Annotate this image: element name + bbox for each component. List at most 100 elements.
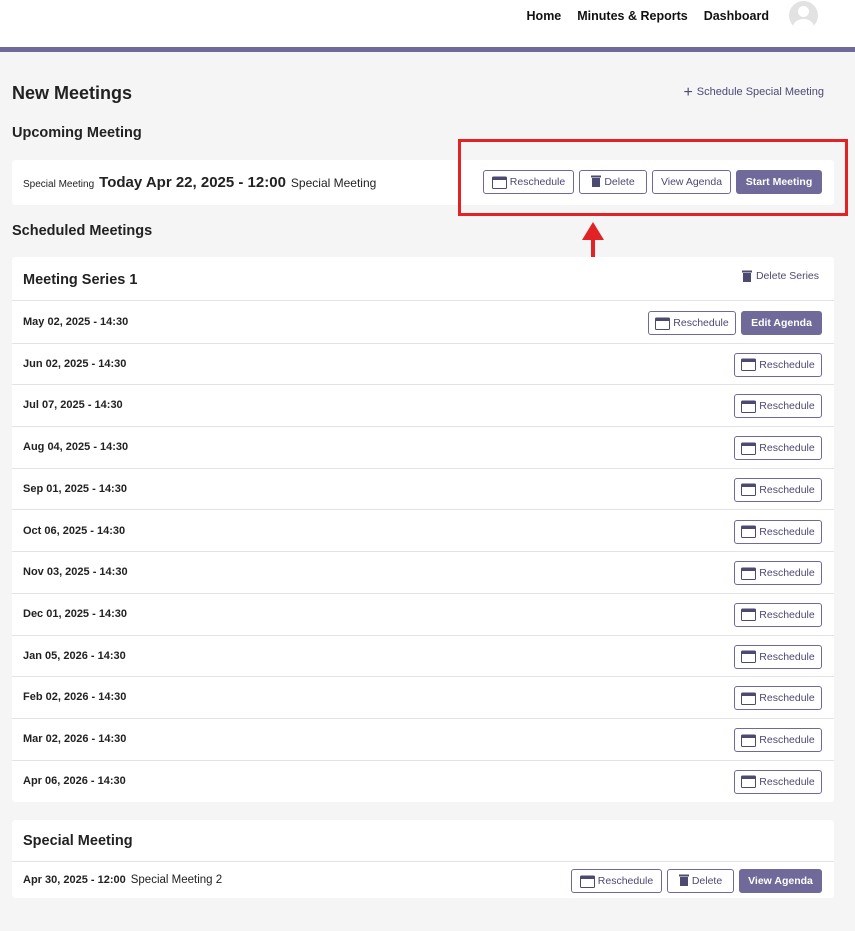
calendar-icon [741,442,757,455]
trash-icon [741,270,752,282]
calendar-icon [741,692,757,705]
reschedule-label: Reschedule [759,358,815,371]
trash-icon [678,874,689,889]
delete-series-button[interactable]: Delete Series [741,270,819,282]
schedule-special-meeting-link[interactable]: + Schedule Special Meeting [683,83,824,101]
table-row: Dec 01, 2025 - 14:30 Reschedule [12,594,834,636]
reschedule-button[interactable]: Reschedule [734,602,822,627]
delete-label: Delete [604,176,635,188]
schedule-special-meeting-label: Schedule Special Meeting [696,86,824,98]
reschedule-button[interactable]: Reschedule [734,436,822,461]
meeting-series-card: Meeting Series 1 Delete Series May 02, 2… [12,257,834,802]
nav-minutes-reports-link[interactable]: Minutes & Reports [577,9,687,23]
meeting-date: Dec 01, 2025 - 14:30 [23,607,127,620]
view-agenda-label: View Agenda [660,176,723,188]
meeting-name: Special Meeting 2 [130,874,223,886]
reschedule-label: Reschedule [759,442,815,455]
reschedule-label: Reschedule [759,692,815,705]
nav-dashboard-link[interactable]: Dashboard [704,9,769,23]
view-agenda-button[interactable]: View Agenda [652,170,731,194]
delete-button[interactable]: Delete [579,170,647,194]
meeting-date: Jan 05, 2026 - 14:30 [23,649,126,662]
start-meeting-button[interactable]: Start Meeting [736,170,822,194]
calendar-icon [741,775,757,789]
delete-label: Delete [691,875,723,887]
start-meeting-label: Start Meeting [745,176,813,188]
meeting-date: Mar 02, 2026 - 14:30 [23,733,127,745]
nav-home-link[interactable]: Home [527,9,562,23]
special-meeting-info: Apr 30, 2025 - 12:00 Special Meeting 2 [23,874,222,886]
meeting-date: Aug 04, 2025 - 14:30 [23,441,129,454]
table-row: Feb 02, 2026 - 14:30 Reschedule [12,677,834,719]
reschedule-button[interactable]: Reschedule [734,686,822,711]
meeting-date: Feb 02, 2026 - 14:30 [23,691,127,704]
series-header: Meeting Series 1 Delete Series [12,257,834,301]
table-row: Aug 04, 2025 - 14:30 Reschedule [12,427,834,469]
reschedule-label: Reschedule [759,567,815,580]
special-meeting-card: Special Meeting Apr 30, 2025 - 12:00 Spe… [12,820,834,898]
meeting-date: Jul 07, 2025 - 14:30 [23,399,123,412]
reschedule-button[interactable]: Reschedule [734,394,822,419]
reschedule-button[interactable]: Reschedule [571,869,662,893]
calendar-icon [491,176,507,189]
delete-button[interactable]: Delete [667,869,734,893]
delete-series-label: Delete Series [755,270,819,282]
calendar-icon [741,734,757,747]
meeting-date: May 02, 2025 - 14:30 [23,316,129,328]
reschedule-label: Reschedule [759,734,815,746]
meeting-date: Apr 06, 2026 - 14:30 [23,774,126,787]
calendar-icon [741,358,757,372]
reschedule-label: Reschedule [759,650,815,663]
calendar-icon [741,400,757,413]
special-title: Special Meeting [23,833,133,849]
table-row: Jan 05, 2026 - 14:30 Reschedule [12,636,834,678]
trash-icon [591,175,602,190]
reschedule-label: Reschedule [759,400,815,413]
table-row: Jul 07, 2025 - 14:30 Reschedule [12,385,834,428]
calendar-icon [741,483,757,497]
calendar-icon [741,608,757,622]
list-item: Apr 30, 2025 - 12:00 Special Meeting 2 R… [12,861,834,898]
view-agenda-button[interactable]: View Agenda [739,869,822,893]
reschedule-button[interactable]: Reschedule [483,170,574,194]
calendar-icon [741,525,757,538]
reschedule-label: Reschedule [673,317,729,329]
reschedule-button[interactable]: Reschedule [734,477,822,502]
page-title: New Meetings [12,83,133,103]
special-header: Special Meeting [12,820,834,861]
reschedule-label: Reschedule [509,176,566,188]
edit-agenda-button[interactable]: Edit Agenda [741,311,822,335]
upcoming-meeting-info: Special Meeting Today Apr 22, 2025 - 12:… [23,174,376,191]
table-row: May 02, 2025 - 14:30 Reschedule Edit Agend… [12,302,834,344]
user-avatar-icon[interactable] [789,1,818,30]
reschedule-label: Reschedule [759,483,815,496]
meeting-date: Today Apr 22, 2025 - 12:00 [99,174,286,191]
table-row: Nov 03, 2025 - 14:30 Reschedule [12,552,834,594]
reschedule-button[interactable]: Reschedule [734,644,822,669]
top-navigation-bar: Home Minutes & Reports Dashboard [0,0,855,52]
upcoming-meeting-card: Special Meeting Today Apr 22, 2025 - 12:… [12,160,834,205]
reschedule-button[interactable]: Reschedule [734,769,822,794]
calendar-icon [741,567,757,580]
reschedule-button[interactable]: Reschedule [734,352,822,377]
meeting-date: Sep 01, 2025 - 14:30 [23,482,127,495]
avatar-head-shape [798,6,809,17]
meeting-name: Special Meeting [290,176,377,190]
reschedule-button[interactable]: Reschedule [648,311,736,335]
meeting-type-label: Special Meeting [23,179,95,190]
scheduled-meetings-heading: Scheduled Meetings [12,223,153,239]
table-row: Mar 02, 2026 - 14:30 Reschedule [12,719,834,761]
plus-icon: + [683,83,693,101]
reschedule-label: Reschedule [759,775,815,788]
main-nav: Home Minutes & Reports Dashboard [527,9,769,23]
calendar-icon [579,875,595,888]
table-row: Sep 01, 2025 - 14:30 Reschedule [12,469,834,511]
series-title: Meeting Series 1 [23,272,138,288]
table-row: Apr 06, 2026 - 14:30 Reschedule [12,761,834,803]
reschedule-label: Reschedule [759,608,815,621]
view-agenda-label: View Agenda [748,875,813,887]
reschedule-button[interactable]: Reschedule [734,561,822,586]
reschedule-button[interactable]: Reschedule [734,519,822,544]
reschedule-button[interactable]: Reschedule [734,728,822,752]
edit-agenda-label: Edit Agenda [751,317,812,329]
